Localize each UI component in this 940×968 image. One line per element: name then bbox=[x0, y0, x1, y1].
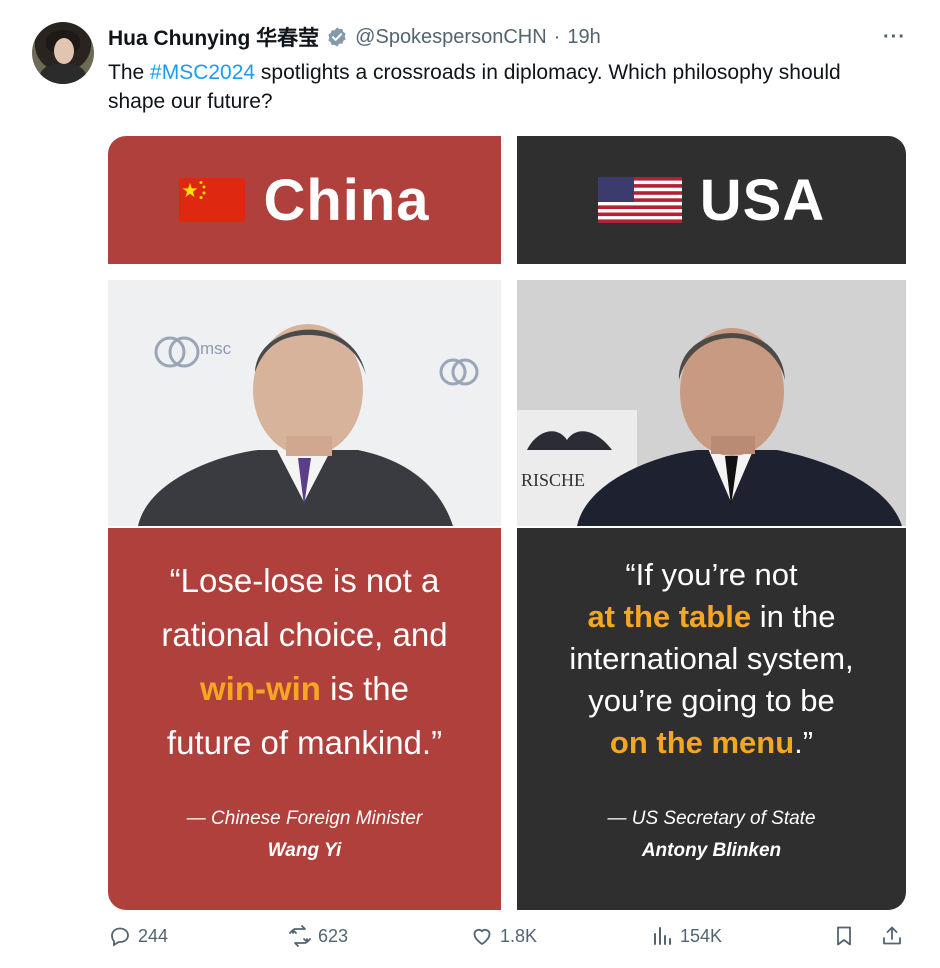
usa-quote-box: “If you’re not at the table in the inter… bbox=[517, 528, 906, 910]
msc-logo-text: msc bbox=[200, 339, 232, 358]
china-banner: China bbox=[108, 136, 501, 264]
more-icon[interactable]: ··· bbox=[883, 26, 906, 49]
tweet-text: The #MSC2024 spotlights a crossroads in … bbox=[108, 58, 898, 116]
views-count: 154K bbox=[680, 925, 723, 946]
usa-quote-line-4: you’re going to be bbox=[588, 683, 835, 718]
usa-panel: USA RISCHE “If you’re not at the table i… bbox=[517, 136, 906, 910]
usa-quote-line-2-rest: in the bbox=[751, 599, 836, 634]
usa-quote-line-2: at the table in the bbox=[517, 596, 906, 638]
tweet-text-prefix: The bbox=[108, 61, 151, 84]
china-attribution-role: — Chinese Foreign Minister bbox=[186, 808, 423, 829]
separator-dot: · bbox=[553, 25, 561, 48]
tweet: Hua Chunying 华春莹 @SpokespersonCHN · 19h … bbox=[0, 0, 940, 968]
views-button[interactable]: 154K bbox=[650, 924, 722, 948]
share-icon bbox=[883, 926, 901, 945]
backdrop-text: RISCHE bbox=[521, 470, 585, 490]
avatar[interactable] bbox=[32, 22, 94, 84]
wang-yi-photo: msc bbox=[108, 280, 501, 526]
reply-button[interactable]: 244 bbox=[108, 924, 168, 948]
tweet-media-image[interactable]: China msc “Lose-lose is not a rational c… bbox=[108, 136, 906, 910]
tweet-header: Hua Chunying 华春莹 @SpokespersonCHN · 19h bbox=[108, 22, 601, 52]
china-quote-line-3-rest: is the bbox=[320, 670, 410, 707]
action-bar: 244 623 1.8K 154K bbox=[0, 924, 940, 964]
china-quote-line-1: “Lose-lose is not a bbox=[169, 562, 440, 599]
reply-count: 244 bbox=[138, 925, 169, 946]
china-quote-highlight: win-win bbox=[199, 670, 321, 707]
china-attribution: — Chinese Foreign Minister Wang Yi bbox=[108, 803, 501, 867]
views-icon bbox=[654, 927, 671, 945]
usa-banner: USA bbox=[517, 136, 906, 264]
china-quote-box: “Lose-lose is not a rational choice, and… bbox=[108, 528, 501, 910]
hashtag-link[interactable]: #MSC2024 bbox=[150, 61, 255, 84]
repost-button[interactable]: 623 bbox=[288, 924, 348, 948]
repost-count: 623 bbox=[318, 925, 349, 946]
repost-icon bbox=[289, 925, 311, 947]
like-icon bbox=[473, 928, 491, 945]
tweet-time[interactable]: 19h bbox=[567, 26, 600, 49]
avatar-body bbox=[40, 64, 86, 84]
like-count: 1.8K bbox=[500, 925, 538, 946]
author-name[interactable]: Hua Chunying 华春莹 bbox=[108, 22, 319, 52]
avatar-face bbox=[54, 38, 74, 64]
antony-blinken-illustration: RISCHE bbox=[517, 280, 906, 526]
china-flag-icon bbox=[179, 178, 246, 222]
reply-icon bbox=[111, 927, 129, 947]
usa-title: USA bbox=[699, 167, 826, 233]
china-quote-line-3: win-win is the bbox=[108, 662, 501, 716]
like-button[interactable]: 1.8K bbox=[470, 924, 537, 948]
usa-quote-line-5: on the menu.” bbox=[517, 722, 906, 764]
usa-attribution-name: Antony Blinken bbox=[641, 840, 782, 861]
bookmark-button[interactable] bbox=[832, 924, 856, 948]
china-quote-line-4: future of mankind.” bbox=[166, 724, 443, 761]
china-title: China bbox=[263, 167, 430, 233]
china-quote-line-2: rational choice, and bbox=[161, 616, 448, 653]
china-quote: “Lose-lose is not a rational choice, and… bbox=[108, 554, 501, 770]
share-button[interactable] bbox=[880, 924, 904, 948]
antony-blinken-photo: RISCHE bbox=[517, 280, 906, 526]
usa-quote-highlight-2: on the menu bbox=[609, 725, 795, 760]
usa-quote: “If you’re not at the table in the inter… bbox=[517, 554, 906, 764]
author-handle[interactable]: @SpokespersonCHN bbox=[355, 26, 547, 49]
bookmark-icon bbox=[837, 926, 851, 946]
usa-quote-line-3: international system, bbox=[569, 641, 854, 676]
wang-yi-illustration: msc bbox=[108, 280, 501, 526]
china-attribution-name: Wang Yi bbox=[267, 840, 342, 861]
usa-flag-icon bbox=[597, 177, 682, 223]
china-panel: China msc “Lose-lose is not a rational c… bbox=[108, 136, 501, 910]
usa-quote-line-5-rest: .” bbox=[794, 725, 814, 760]
usa-attribution: — US Secretary of State Antony Blinken bbox=[517, 803, 906, 867]
verified-icon bbox=[328, 27, 346, 47]
usa-quote-highlight-1: at the table bbox=[587, 599, 752, 634]
usa-quote-line-1: “If you’re not bbox=[625, 557, 798, 592]
usa-attribution-role: — US Secretary of State bbox=[607, 808, 816, 829]
